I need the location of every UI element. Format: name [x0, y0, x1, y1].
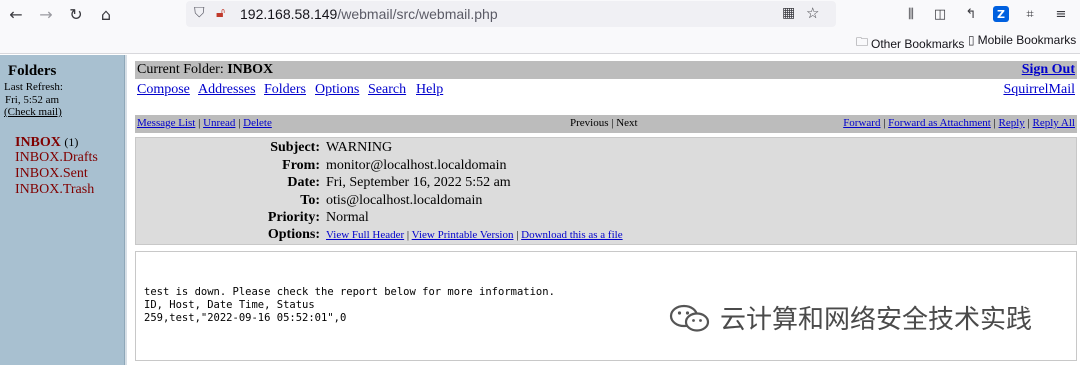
folder-trash[interactable]: INBOX.Trash [15, 182, 94, 198]
forward-link[interactable]: Forward [843, 117, 880, 129]
options-label: Options: [267, 227, 320, 242]
priority-label: Priority: [267, 210, 320, 225]
menu-icon[interactable]: ≡ [1050, 3, 1072, 25]
subject-label: Subject: [270, 140, 320, 155]
header-to-row: To: otis@localhost.localdomain [136, 193, 1076, 210]
folders-title: Folders [8, 63, 57, 79]
last-refresh-time: Fri, 5:52 am [5, 94, 60, 106]
undo-icon[interactable]: ↰ [960, 3, 982, 25]
main-menu: Compose Addresses Folders Options Search… [135, 82, 1077, 100]
watermark: 云计算和网络安全技术实践 [668, 299, 1032, 336]
reply-link[interactable]: Reply [999, 117, 1025, 129]
bookmark-star-icon[interactable]: ☆ [806, 4, 819, 22]
mobile-icon: ▯ [968, 33, 975, 47]
sidebar-icon[interactable]: ◫ [929, 3, 951, 25]
separator: | [1024, 117, 1033, 129]
reload-icon[interactable]: ↻ [64, 2, 88, 26]
folder-inbox-count: (1) [64, 135, 79, 149]
current-folder: Current Folder: INBOX [137, 62, 273, 78]
folder-sent[interactable]: INBOX.Sent [15, 166, 88, 182]
nav-mid-group: Previous | Next [570, 117, 638, 129]
from-label: From: [282, 158, 320, 173]
separator: | [404, 229, 412, 241]
last-refresh-label: Last Refresh: [4, 81, 63, 93]
menu-folders[interactable]: Folders [264, 82, 306, 98]
home-icon[interactable]: ⌂ [94, 2, 118, 26]
mobile-bookmarks[interactable]: ▯ Mobile Bookmarks [968, 33, 1076, 47]
menu-compose[interactable]: Compose [137, 82, 190, 98]
priority-value: Normal [326, 210, 369, 225]
mobile-bookmarks-label: Mobile Bookmarks [977, 33, 1077, 47]
to-label: To: [300, 193, 320, 208]
crop-icon[interactable]: ⌗ [1019, 3, 1041, 25]
folder-drafts[interactable]: INBOX.Drafts [15, 150, 98, 166]
check-mail-link[interactable]: (Check mail) [4, 106, 62, 118]
folder-inbox-label: INBOX [15, 135, 61, 150]
qr-code-icon[interactable]: ▦ [782, 5, 795, 21]
date-label: Date: [287, 175, 320, 190]
url-host: 192.168.58.149 [240, 6, 338, 22]
wechat-logo-icon [669, 304, 710, 332]
view-printable-link[interactable]: View Printable Version [412, 229, 514, 241]
folder-inbox[interactable]: INBOX (1) [15, 135, 78, 151]
url-bar[interactable]: ⛉ 🔓︎ 192.168.58.149/webmail/src/webmail.… [186, 1, 836, 27]
message-nav-bar: Message List | Unread | Delete Previous … [135, 115, 1077, 133]
current-folder-bar: Current Folder: INBOX Sign Out [135, 61, 1077, 79]
menu-options[interactable]: Options [315, 82, 359, 98]
message-headers: Subject: WARNING From: monitor@localhost… [135, 137, 1077, 245]
separator: | [235, 117, 244, 129]
header-options-row: Options: View Full Header | View Printab… [136, 227, 1076, 244]
previous-text: Previous [570, 117, 609, 129]
menu-addresses[interactable]: Addresses [198, 82, 256, 98]
forward-attachment-link[interactable]: Forward as Attachment [888, 117, 991, 129]
insecure-lock-icon[interactable]: 🔓︎ [216, 5, 225, 21]
download-file-link[interactable]: Download this as a file [521, 229, 622, 241]
header-priority-row: Priority: Normal [136, 210, 1076, 227]
unread-link[interactable]: Unread [203, 117, 235, 129]
browser-chrome: ← → ↻ ⌂ ⛉ 🔓︎ 192.168.58.149/webmail/src/… [0, 0, 1080, 54]
watermark-text: 云计算和网络安全技术实践 [720, 305, 1033, 335]
nav-left-group: Message List | Unread | Delete [137, 117, 272, 129]
to-value: otis@localhost.localdomain [326, 193, 483, 208]
view-full-header-link[interactable]: View Full Header [326, 229, 404, 241]
message-body-text: test is down. Please check the report be… [144, 286, 555, 325]
date-value: Fri, September 16, 2022 5:52 am [326, 175, 511, 190]
squirrelmail-link[interactable]: SquirrelMail [1003, 82, 1075, 98]
delete-link[interactable]: Delete [243, 117, 272, 129]
pane-divider[interactable] [124, 55, 127, 365]
menu-search[interactable]: Search [368, 82, 406, 98]
extension-icon[interactable]: Z [993, 6, 1009, 22]
options-links: View Full Header | View Printable Versio… [326, 229, 623, 241]
sign-out-link[interactable]: Sign Out [1022, 62, 1075, 78]
separator: | [195, 117, 204, 129]
other-bookmarks[interactable]: 🗀 Other Bookmarks [856, 33, 964, 54]
folder-pane: Folders Last Refresh: Fri, 5:52 am (Chec… [0, 55, 124, 365]
header-date-row: Date: Fri, September 16, 2022 5:52 am [136, 175, 1076, 192]
url-path: /webmail/src/webmail.php [337, 6, 498, 22]
header-from-row: From: monitor@localhost.localdomain [136, 158, 1076, 175]
header-subject-row: Subject: WARNING [136, 140, 1076, 157]
folder-icon: 🗀 [856, 35, 869, 49]
reply-all-link[interactable]: Reply All [1033, 117, 1075, 129]
nav-right-group: Forward | Forward as Attachment | Reply … [843, 117, 1075, 129]
body-line: 259,test,"2022-09-16 05:52:01",0 [144, 312, 347, 324]
shield-icon[interactable]: ⛉ [194, 5, 205, 21]
subject-value: WARNING [326, 140, 393, 155]
body-line: ID, Host, Date Time, Status [144, 299, 315, 311]
url-text[interactable]: 192.168.58.149/webmail/src/webmail.php [240, 6, 498, 22]
separator: | [990, 117, 999, 129]
current-folder-name: INBOX [227, 62, 274, 77]
current-folder-label: Current Folder: [137, 62, 224, 77]
library-icon[interactable]: ⫼ [900, 3, 922, 25]
bookmarks-bar: 🗀 Other Bookmarks ▯ Mobile Bookmarks [0, 30, 1080, 52]
browser-navbar: ← → ↻ ⌂ ⛉ 🔓︎ 192.168.58.149/webmail/src/… [0, 0, 1080, 28]
back-icon[interactable]: ← [4, 2, 28, 26]
from-value: monitor@localhost.localdomain [326, 158, 507, 173]
menu-help[interactable]: Help [416, 82, 443, 98]
body-line: test is down. Please check the report be… [144, 286, 555, 298]
forward-icon[interactable]: → [34, 2, 58, 26]
message-list-link[interactable]: Message List [137, 117, 195, 129]
next-text: Next [616, 117, 638, 129]
other-bookmarks-label: Other Bookmarks [871, 36, 965, 51]
